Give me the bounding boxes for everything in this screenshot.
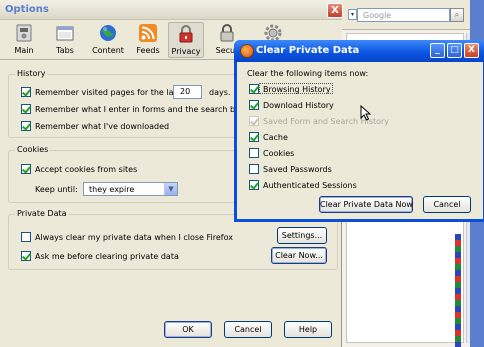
always-clear-label: Always clear my private data when I clos… xyxy=(35,233,233,242)
authenticated-sessions-label: Authenticated Sessions xyxy=(263,181,357,190)
mouse-cursor-icon xyxy=(360,105,372,121)
cache-label: Cache xyxy=(263,133,288,142)
options-close-button[interactable]: X xyxy=(327,3,343,18)
options-title: Options xyxy=(5,4,49,15)
remember-downloads-checkbox[interactable] xyxy=(21,121,31,131)
help-button[interactable]: Help xyxy=(284,321,332,338)
keep-until-label: Keep until: xyxy=(35,185,78,194)
tab-content[interactable]: Content xyxy=(88,22,128,58)
ask-before-clearing-checkbox[interactable] xyxy=(21,251,31,261)
private-data-group-title: Private Data xyxy=(15,209,69,218)
privacy-mask-icon xyxy=(179,25,193,43)
tab-privacy[interactable]: Privacy xyxy=(168,22,204,58)
tab-privacy-label: Privacy xyxy=(171,47,201,56)
tab-tabs[interactable]: Tabs xyxy=(50,22,80,58)
remember-forms-checkbox[interactable] xyxy=(21,104,31,114)
cache-checkbox[interactable] xyxy=(249,132,259,142)
clear-private-data-now-button[interactable]: Clear Private Data Now xyxy=(319,196,413,213)
authenticated-sessions-checkbox[interactable] xyxy=(249,180,259,190)
browsing-history-checkbox[interactable] xyxy=(249,84,259,94)
remember-downloads-label: Remember what I've downloaded xyxy=(35,122,170,131)
main-switch-icon xyxy=(16,24,32,42)
security-lock-icon xyxy=(220,24,234,42)
download-history-checkbox[interactable] xyxy=(249,100,259,110)
history-group-title: History xyxy=(15,69,48,78)
tab-feeds-label: Feeds xyxy=(136,46,160,55)
remember-visited-checkbox[interactable] xyxy=(21,87,31,97)
cookies-group-title: Cookies xyxy=(15,145,51,154)
clear-private-data-dialog: Clear Private Data _ □ X Clear the follo… xyxy=(234,40,484,222)
minimize-icon[interactable]: _ xyxy=(430,43,445,58)
search-engine-dropdown[interactable]: ▾ xyxy=(348,9,357,20)
ask-before-clearing-label: Ask me before clearing private data xyxy=(35,252,179,261)
always-clear-checkbox[interactable] xyxy=(21,232,31,242)
browser-toolbar: ▾ Google ⌕ xyxy=(342,0,484,30)
tab-main-label: Main xyxy=(14,46,34,55)
search-go-button[interactable]: ⌕ xyxy=(450,8,464,22)
page-decoration xyxy=(455,234,461,347)
keep-until-value: they expire xyxy=(89,185,135,194)
ok-button[interactable]: OK xyxy=(164,321,212,338)
tab-feeds[interactable]: Feeds xyxy=(132,22,164,58)
tabs-window-icon xyxy=(56,26,74,41)
saved-form-history-checkbox xyxy=(249,116,259,126)
clear-dialog-title: Clear Private Data xyxy=(256,45,360,56)
chevron-down-icon[interactable]: ▼ xyxy=(164,183,177,195)
clear-dialog-cancel-button[interactable]: Cancel xyxy=(423,196,471,213)
close-icon[interactable]: X xyxy=(464,43,479,58)
saved-passwords-checkbox[interactable] xyxy=(249,164,259,174)
saved-passwords-label: Saved Passwords xyxy=(263,165,332,174)
rss-feed-icon xyxy=(139,24,157,42)
options-titlebar: Options X xyxy=(0,0,343,20)
private-data-group: Private Data Always clear my private dat… xyxy=(8,209,338,270)
search-input[interactable]: Google xyxy=(357,8,450,22)
cookies-label: Cookies xyxy=(263,149,295,158)
tab-main[interactable]: Main xyxy=(10,22,38,58)
globe-icon xyxy=(100,25,116,41)
settings-button[interactable]: Settings... xyxy=(277,227,327,244)
search-placeholder: Google xyxy=(363,11,392,20)
clear-now-button[interactable]: Clear Now... xyxy=(271,247,327,264)
history-days-input[interactable]: 20 xyxy=(173,85,202,99)
clear-dialog-heading: Clear the following items now: xyxy=(247,69,369,78)
accept-cookies-label: Accept cookies from sites xyxy=(35,165,138,174)
clear-dialog-titlebar: Clear Private Data _ □ X xyxy=(234,40,484,62)
download-history-label: Download History xyxy=(263,101,334,110)
keep-until-select[interactable]: they expire ▼ xyxy=(83,182,178,196)
tab-content-label: Content xyxy=(92,46,124,55)
history-days-unit: days. xyxy=(209,88,231,97)
cancel-button[interactable]: Cancel xyxy=(224,321,272,338)
maximize-icon[interactable]: □ xyxy=(447,43,462,58)
browsing-history-label: Browsing History xyxy=(263,85,331,94)
accept-cookies-checkbox[interactable] xyxy=(21,164,31,174)
firefox-logo-icon xyxy=(240,44,254,58)
cookies-checkbox[interactable] xyxy=(249,148,259,158)
remember-visited-label: Remember visited pages for the last xyxy=(35,88,181,97)
remember-forms-label: Remember what I enter in forms and the s… xyxy=(35,105,244,114)
tab-tabs-label: Tabs xyxy=(56,46,74,55)
